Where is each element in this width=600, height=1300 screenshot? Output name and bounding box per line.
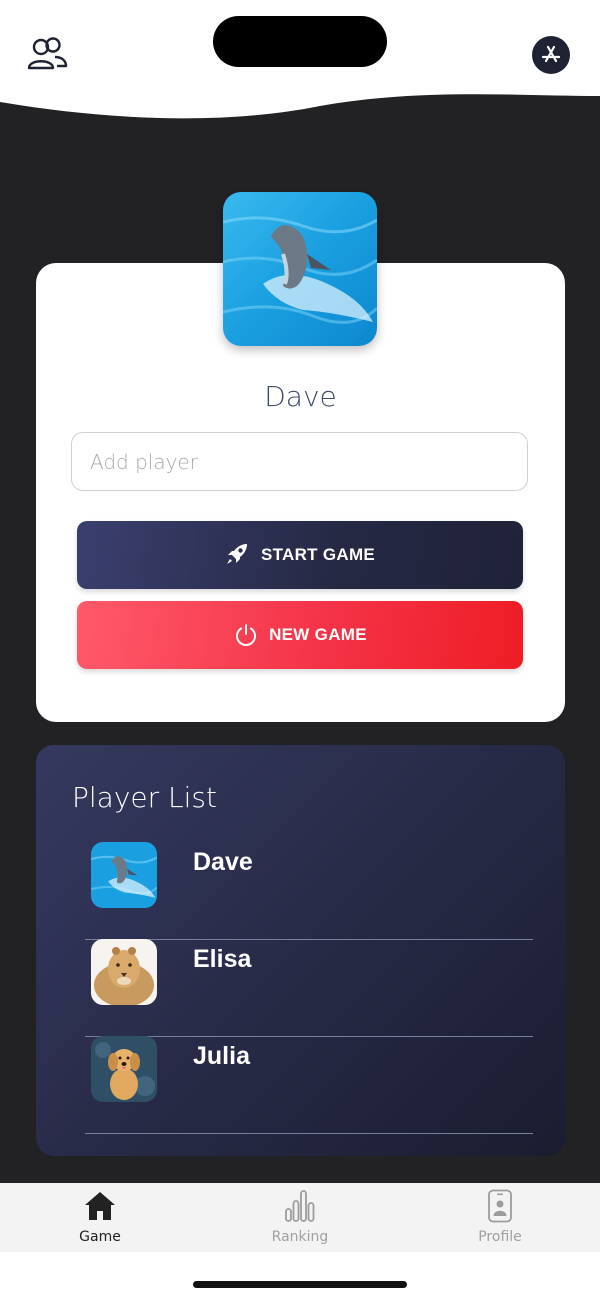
tab-profile-label: Profile <box>478 1229 522 1245</box>
phone-profile-icon <box>487 1189 513 1223</box>
current-player-name: Dave <box>264 380 337 413</box>
player-name: Dave <box>193 848 253 876</box>
home-indicator[interactable] <box>193 1281 407 1288</box>
home-icon <box>83 1189 117 1223</box>
player-list-title: Player List <box>72 781 217 814</box>
player-name: Elisa <box>193 945 252 973</box>
home-indicator-area <box>0 1252 600 1300</box>
top-header <box>0 0 600 130</box>
player-avatar-dog <box>91 1036 157 1102</box>
player-avatar-dolphin <box>91 842 157 908</box>
power-icon <box>233 622 259 648</box>
tab-profile[interactable]: Profile <box>400 1183 600 1252</box>
rocket-icon <box>225 542 251 568</box>
dolphin-image <box>223 192 377 346</box>
tab-ranking[interactable]: Ranking <box>200 1183 400 1252</box>
player-avatar-lion <box>91 939 157 1005</box>
list-item[interactable]: Dave <box>85 842 533 940</box>
list-item[interactable]: Julia <box>85 1036 533 1134</box>
start-game-label: START GAME <box>260 545 376 564</box>
tab-bar: Game Ranking Profile <box>0 1183 600 1252</box>
tab-ranking-label: Ranking <box>271 1229 329 1245</box>
new-game-label: NEW GAME <box>269 625 367 644</box>
player-name: Julia <box>193 1042 250 1070</box>
bar-chart-icon <box>284 1189 316 1223</box>
start-game-button[interactable]: START GAME <box>77 521 523 589</box>
app-store-icon[interactable] <box>532 36 570 74</box>
dynamic-island <box>213 16 387 67</box>
add-player-input[interactable] <box>71 432 528 491</box>
player-avatar[interactable] <box>223 192 377 346</box>
tab-game-label: Game <box>79 1229 121 1245</box>
player-list-card: Player List Dave Elisa Julia <box>36 745 565 1156</box>
list-item[interactable]: Elisa <box>85 939 533 1037</box>
new-game-button[interactable]: NEW GAME <box>77 601 523 669</box>
players-icon[interactable] <box>26 36 68 72</box>
tab-game[interactable]: Game <box>0 1183 200 1252</box>
